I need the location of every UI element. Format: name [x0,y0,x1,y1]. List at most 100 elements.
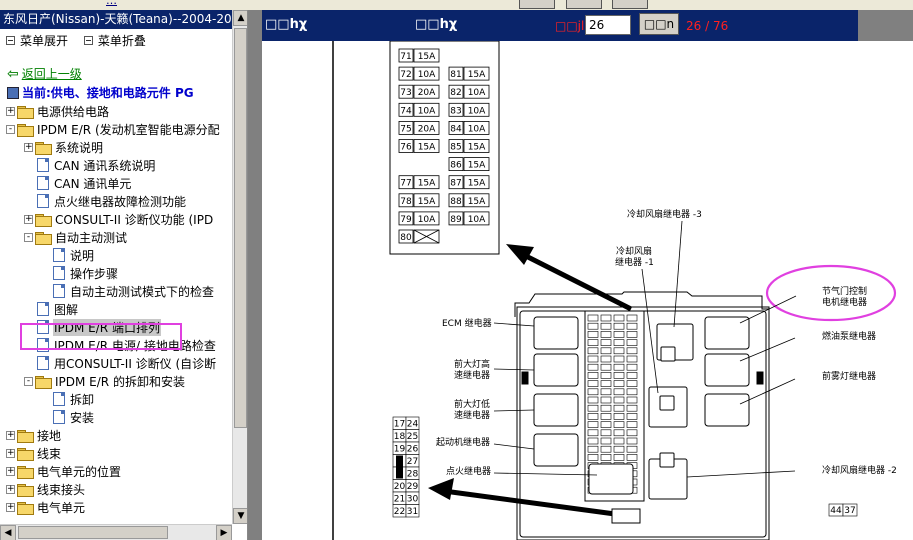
mini-fuse [587,339,599,346]
expand-toggle-icon[interactable]: + [24,214,33,224]
fuse-number: 75 [400,124,411,134]
tree-panel: 东风日产(Nissan)-天籁(Teana)--2004-20 菜单展开 菜单折… [0,10,248,540]
pin-number: 28 [407,470,419,480]
hscroll-thumb[interactable] [18,526,168,539]
mini-fuse [613,314,625,322]
tree-item[interactable]: IPDM E/R 端口排列 [24,318,161,336]
tree-item-label[interactable]: 系统说明 [54,139,104,156]
top-link[interactable]: … [106,0,117,7]
fuse-rating: 15A [468,161,486,171]
tree-item[interactable]: 自动主动测试模式下的检查 [40,282,215,300]
tree-item-label[interactable]: 电气单元 [36,499,86,516]
fuse-box-diagram: 71 15A 72 10A 81 15A 73 20A 82 10A 74 10A 83 10A 75 20A… [332,41,897,540]
tree-item-label[interactable]: 电源供给电路 [36,103,110,120]
scroll-up-icon[interactable]: ▲ [233,10,247,26]
tree-item-label[interactable]: 接地 [36,427,62,444]
fuse-number: 73 [400,88,411,98]
scroll-right-icon[interactable]: ▶ [216,525,232,540]
expand-toggle-icon[interactable]: + [24,142,33,152]
scroll-left-icon[interactable]: ◀ [0,525,16,540]
tree-item[interactable]: - IPDM E/R (发动机室智能电源分配 [6,120,221,138]
mini-fuse [613,454,625,461]
tree-item[interactable]: 安装 [40,408,95,426]
menu-expand-button[interactable]: 菜单展开 [6,32,68,49]
tree-item[interactable]: + 电气单元的位置 [6,462,122,480]
expand-toggle-icon[interactable]: + [6,502,15,512]
tree-item[interactable]: CAN 通讯单元 [24,174,132,192]
tree-item-label[interactable]: 图解 [53,301,79,318]
tree-item[interactable]: 图解 [24,300,79,318]
back-link-label[interactable]: 返回上一级 [22,65,82,82]
menu-expand-label: 菜单展开 [20,34,69,48]
expand-toggle-icon[interactable]: + [6,484,15,494]
tree-item[interactable]: - IPDM E/R 的拆卸和安装 [24,372,186,390]
page-label: □□jl [555,19,585,33]
go-button[interactable]: □□n [639,13,679,35]
tree-item[interactable]: 说明 [40,246,95,264]
tree-item-label[interactable]: 电气单元的位置 [36,463,122,480]
label-cooling-fan-relay-1a: 冷却风扇 [616,245,652,257]
toolbar-button[interactable] [566,0,602,9]
tree-item[interactable]: - 自动主动测试 [24,228,128,246]
scroll-down-icon[interactable]: ▼ [233,508,247,524]
tree-item[interactable]: + 线束接头 [6,480,86,498]
mini-fuse [587,363,599,371]
tree-item[interactable]: 操作步骤 [40,264,119,282]
page-number-input[interactable] [585,15,631,35]
tree-item-label[interactable]: CAN 通讯单元 [53,175,132,192]
expand-toggle-icon[interactable]: + [6,430,15,440]
tree-item-label[interactable]: IPDM E/R 端口排列 [53,318,161,336]
vertical-scrollbar[interactable]: ▲ ▼ [232,10,247,524]
tree-item[interactable]: + 线束 [6,444,62,462]
horizontal-scrollbar[interactable]: ◀ ▶ [0,524,232,540]
tree-item-label[interactable]: 安装 [69,409,95,426]
expand-toggle-icon[interactable]: + [6,448,15,458]
label-front-fog-relay: 前雾灯继电器 [822,370,876,382]
scroll-thumb[interactable] [234,28,247,428]
tree-item-label[interactable]: 操作步骤 [69,265,119,282]
collapse-toggle-icon[interactable]: - [6,124,15,134]
tree-item-label[interactable]: 点火继电器故障检测功能 [53,193,187,210]
toolbar-button[interactable] [519,0,555,9]
mini-fuse [587,380,599,387]
mini-fuse [600,372,612,379]
tree-item[interactable]: CAN 通讯系统说明 [24,156,156,174]
tree-item[interactable]: + 系统说明 [24,138,104,156]
mini-fuse [600,388,612,396]
tree-item[interactable]: + 电源供给电路 [6,102,110,120]
toolbar-label-1[interactable]: □□hχ [265,17,307,32]
tree-item-label[interactable]: IPDM E/R 电源/ 接地电路检查 [53,337,217,354]
tree-item-label[interactable]: CAN 通讯系统说明 [53,157,156,174]
back-link[interactable]: ⇦ 返回上一级 [7,65,82,82]
pin-number: 37 [844,506,855,516]
fuse-rating: 10A [468,215,486,225]
tree-item[interactable]: IPDM E/R 电源/ 接地电路检查 [24,336,217,354]
expand-toggle-icon[interactable]: + [6,106,15,116]
tree-item[interactable]: 点火继电器故障检测功能 [24,192,187,210]
tree-item-label[interactable]: IPDM E/R 的拆卸和安装 [54,373,186,390]
tree-item-label[interactable]: 自动主动测试模式下的检查 [69,283,215,300]
tree-item[interactable]: 用CONSULT-II 诊断仪 (自诊断 [24,354,217,372]
toolbar-button[interactable] [612,0,648,9]
mini-fuse [600,363,612,371]
tree-item[interactable]: + 电气单元 [6,498,86,516]
tree-item-label[interactable]: 用CONSULT-II 诊断仪 (自诊断 [53,355,217,372]
collapse-toggle-icon[interactable]: - [24,232,33,242]
tree-item[interactable]: + 接地 [6,426,62,444]
toolbar-label-2[interactable]: □□hχ [415,17,457,32]
tree-item-label[interactable]: 拆卸 [69,391,95,408]
current-section: 当前:供电、接地和电路元件 PG [7,84,194,101]
menu-collapse-button[interactable]: 菜单折叠 [83,32,146,49]
expand-toggle-icon[interactable]: + [6,466,15,476]
tree-item-label[interactable]: 自动主动测试 [54,229,128,246]
tree-item[interactable]: 拆卸 [40,390,95,408]
tree-item-label[interactable]: 说明 [69,247,95,264]
tree-item-label[interactable]: 线束 [36,445,62,462]
tree-item-label[interactable]: 线束接头 [36,481,86,498]
tree-item-label[interactable]: IPDM E/R (发动机室智能电源分配 [36,121,221,138]
label-hi-beam-a: 前大灯高 [454,358,490,370]
collapse-toggle-icon[interactable]: - [24,376,33,386]
fuse-rating: 15A [468,197,486,207]
tree-item[interactable]: + CONSULT-II 诊断仪功能 (IPD [24,210,214,228]
tree-item-label[interactable]: CONSULT-II 诊断仪功能 (IPD [54,211,214,228]
